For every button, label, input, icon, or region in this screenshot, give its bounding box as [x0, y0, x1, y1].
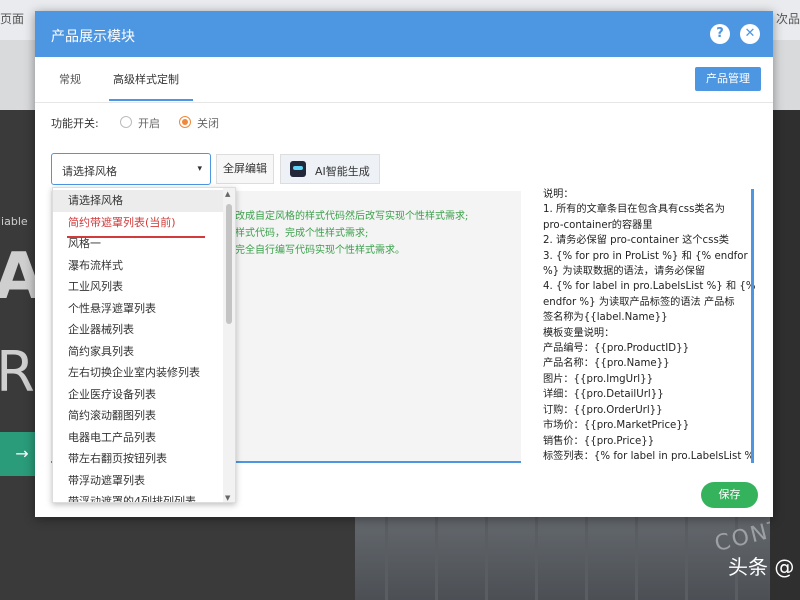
scroll-up-icon[interactable]: ▲ — [225, 190, 230, 198]
notes-line: 3. {% for pro in ProList %} 和 {% endfor — [543, 250, 748, 262]
dropdown-item[interactable]: 电器电工产品列表 — [53, 427, 225, 449]
dropdown-item[interactable]: 工业风列表 — [53, 276, 225, 298]
product-management-button[interactable]: 产品管理 — [695, 67, 761, 91]
background-right-edge — [770, 110, 800, 600]
dropdown-item[interactable]: 风格一 — [53, 233, 225, 255]
scroll-down-icon[interactable]: ▼ — [225, 494, 230, 502]
instructions-scrollbar[interactable] — [751, 189, 754, 463]
help-icon[interactable]: ? — [710, 24, 730, 44]
watermark: 头条 @ — [728, 555, 795, 579]
notes-line: 市场价：{{pro.MarketPrice}} — [543, 420, 690, 432]
modal-header: 产品展示模块 ? ✕ — [35, 11, 773, 57]
radio-off-label[interactable]: 关闭 — [197, 115, 219, 131]
notes-line: 1. 所有的文章条目在包含具有css类名为 — [543, 204, 725, 216]
code-line: 样式代码，完成个性样式需求; — [235, 228, 369, 239]
code-line: 改成自定风格的样式代码然后改写实现个性样式需求; — [235, 211, 469, 222]
save-button[interactable]: 保存 — [701, 482, 758, 508]
notes-line: 详细：{{pro.DetailUrl}} — [543, 389, 664, 401]
instructions-panel: 说明： 1. 所有的文章条目在包含具有css类名为 pro-container的… — [543, 187, 755, 467]
notes-line: 4. {% for label in pro.LabelsList %} 和 {… — [543, 281, 755, 293]
notes-line: 说明： — [543, 189, 574, 200]
style-select[interactable]: 请选择风格 ▾ — [51, 153, 211, 185]
notes-line: 模板变量说明： — [543, 327, 615, 339]
hero-small-text: liable — [0, 215, 28, 228]
notes-line: 产品名称：{{pro.Name}} — [543, 358, 670, 370]
style-dropdown-list: 请选择风格 简约带遮罩列表(当前) 风格一 瀑布流样式 工业风列表 个性悬浮遮罩… — [52, 187, 236, 503]
fullscreen-edit-button[interactable]: 全屏编辑 — [216, 154, 274, 184]
dropdown-item[interactable]: 企业医疗设备列表 — [53, 384, 225, 406]
ai-generate-label: AI智能生成 — [315, 165, 370, 178]
notes-line: 签名称为{{label.Name}} — [543, 312, 668, 324]
dropdown-item[interactable]: 请选择风格 — [53, 190, 225, 212]
radio-off[interactable] — [179, 116, 191, 128]
modal-title: 产品展示模块 — [51, 29, 135, 45]
dropdown-item[interactable]: 简约滚动翻图列表 — [53, 405, 225, 427]
dropdown-item[interactable]: 企业器械列表 — [53, 319, 225, 341]
style-select-value: 请选择风格 — [62, 165, 117, 178]
dropdown-item[interactable]: 个性悬浮遮罩列表 — [53, 298, 225, 320]
notes-line: 图片：{{pro.ImgUrl}} — [543, 373, 654, 385]
notes-line: 产品编号：{{pro.ProductID}} — [543, 343, 690, 355]
dropdown-item[interactable]: 带浮动遮罩列表 — [53, 470, 225, 492]
hero-big-text-2: R — [0, 340, 35, 405]
dropdown-item-current[interactable]: 简约带遮罩列表(当前) — [53, 212, 225, 234]
dropdown-scrollbar[interactable]: ▲ ▼ — [223, 188, 235, 502]
chevron-down-icon: ▾ — [197, 164, 202, 174]
code-line: 完全自行编写代码实现个性样式需求。 — [235, 245, 405, 256]
notes-line: 标签列表：{% for label in pro.LabelsList %} — [543, 450, 755, 462]
dropdown-item[interactable]: 左右切换企业室内装修列表 — [53, 362, 225, 384]
tab-general[interactable]: 常规 — [59, 71, 81, 87]
notes-line: 订购：{{pro.OrderUrl}} — [543, 404, 663, 416]
dropdown-item[interactable]: 简约家具列表 — [53, 341, 225, 363]
background-topbar-right: 次品 — [775, 12, 800, 26]
notes-line: %} 为读取数据的语法，请务必保留 — [543, 266, 706, 278]
radio-on[interactable] — [120, 116, 132, 128]
notes-line: pro-container的容器里 — [543, 219, 653, 231]
background-topbar-left: 页面 — [0, 12, 25, 26]
feature-switch-label: 功能开关: — [51, 117, 99, 130]
notes-line: endfor %} 为读取产品标签的语法 产品标 — [543, 296, 735, 308]
dropdown-item[interactable]: 瀑布流样式 — [53, 255, 225, 277]
active-tab-indicator — [109, 99, 193, 101]
close-icon[interactable]: ✕ — [740, 24, 760, 44]
radio-on-label[interactable]: 开启 — [138, 115, 160, 131]
dropdown-item[interactable]: 带浮动遮罩的4列排列列表 — [53, 491, 225, 502]
ai-generate-button[interactable]: AI智能生成 — [280, 154, 380, 184]
robot-icon — [290, 161, 306, 177]
scrollbar-thumb[interactable] — [226, 204, 232, 324]
tab-bar: 常规 高级样式定制 产品管理 — [35, 57, 773, 103]
tab-advanced-style[interactable]: 高级样式定制 — [113, 71, 179, 87]
notes-line: 2. 请务必保留 pro-container 这个css类 — [543, 235, 729, 247]
dropdown-item[interactable]: 带左右翻页按钮列表 — [53, 448, 225, 470]
notes-line: 销售价：{{pro.Price}} — [543, 435, 655, 447]
